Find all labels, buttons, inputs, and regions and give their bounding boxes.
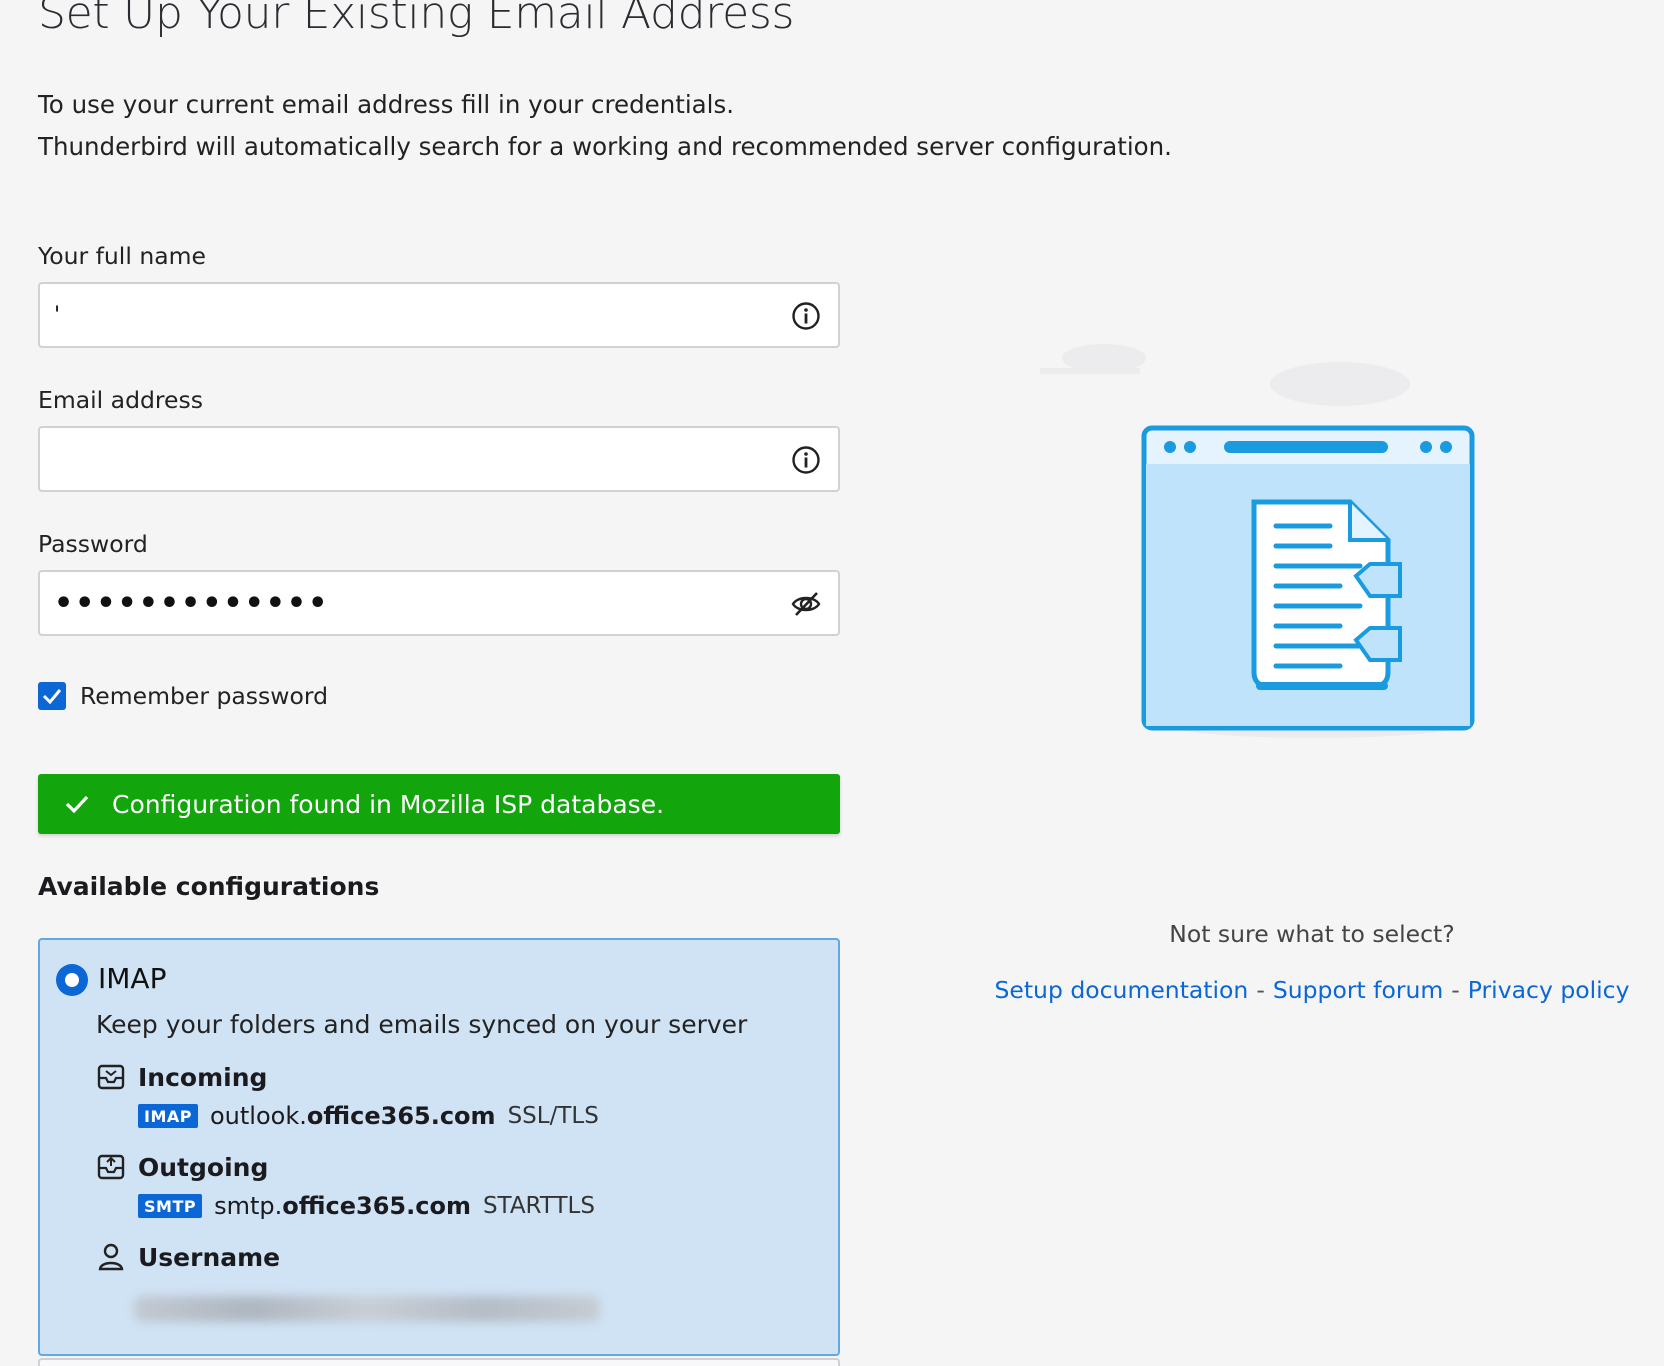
full-name-input[interactable]: [54, 284, 754, 346]
incoming-label: Incoming: [138, 1062, 268, 1092]
checkmark-icon: [65, 795, 89, 814]
imap-tag: IMAP: [138, 1104, 198, 1128]
privacy-policy-link[interactable]: Privacy policy: [1468, 976, 1630, 1004]
remember-password-checkbox[interactable]: [38, 682, 66, 710]
imap-radio[interactable]: [56, 964, 88, 996]
link-separator: -: [1256, 976, 1265, 1004]
full-name-field[interactable]: [38, 282, 840, 348]
support-forum-link[interactable]: Support forum: [1273, 976, 1443, 1004]
full-name-label: Your full name: [38, 242, 206, 270]
email-label: Email address: [38, 386, 203, 414]
notice-text: Configuration found in Mozilla ISP datab…: [112, 789, 665, 819]
inbox-icon: [97, 1064, 125, 1090]
outgoing-label: Outgoing: [138, 1152, 269, 1182]
incoming-security: SSL/TLS: [507, 1103, 599, 1129]
link-separator: -: [1451, 976, 1460, 1004]
help-links: Setup documentation - Support forum - Privac…: [992, 976, 1632, 1004]
protocol-description: Keep your folders and emails synced on y…: [96, 1010, 748, 1039]
outgoing-server: SMTP smtp.office365.com STARTTLS: [138, 1192, 595, 1220]
info-icon[interactable]: [790, 444, 822, 476]
page-title: Set Up Your Existing Email Address: [38, 0, 795, 39]
intro-line-1: To use your current email address fill i…: [38, 90, 735, 119]
eye-slash-icon[interactable]: [790, 588, 822, 620]
intro-text: To use your current email address fill i…: [38, 84, 1172, 168]
outbox-icon: [97, 1154, 125, 1180]
incoming-host: outlook.office365.com: [209, 1102, 496, 1130]
email-input[interactable]: [54, 428, 754, 490]
protocol-name: IMAP: [98, 962, 167, 995]
remember-password-label: Remember password: [80, 682, 329, 710]
outgoing-host: smtp.office365.com: [214, 1192, 471, 1220]
incoming-heading: Incoming: [96, 1062, 267, 1092]
password-input[interactable]: [54, 572, 754, 634]
smtp-tag: SMTP: [138, 1194, 203, 1218]
incoming-server: IMAP outlook.office365.com SSL/TLS: [138, 1102, 599, 1130]
available-configurations-heading: Available configurations: [38, 872, 380, 901]
password-label: Password: [38, 530, 148, 558]
checkmark-icon: [42, 689, 62, 705]
document-illustration: [1040, 344, 1475, 738]
help-question: Not sure what to select?: [1169, 920, 1455, 948]
imap-config-card[interactable]: IMAP Keep your folders and emails synced…: [38, 938, 840, 1356]
user-icon: [98, 1243, 124, 1271]
info-icon[interactable]: [790, 300, 822, 332]
next-config-card[interactable]: [38, 1358, 840, 1366]
config-found-notice: Configuration found in Mozilla ISP datab…: [38, 774, 840, 834]
help-section: Not sure what to select? Setup documenta…: [992, 920, 1632, 1004]
password-field[interactable]: [38, 570, 840, 636]
intro-line-2: Thunderbird will automatically search fo…: [38, 132, 1172, 161]
username-label: Username: [138, 1242, 281, 1272]
email-field[interactable]: [38, 426, 840, 492]
username-heading: Username: [96, 1242, 280, 1272]
outgoing-heading: Outgoing: [96, 1152, 268, 1182]
remember-password[interactable]: Remember password: [38, 682, 328, 710]
username-value-redacted: [134, 1296, 600, 1322]
setup-documentation-link[interactable]: Setup documentation: [994, 976, 1248, 1004]
outgoing-security: STARTTLS: [482, 1193, 595, 1219]
account-setup-page: Set Up Your Existing Email Address To us…: [0, 0, 1664, 1366]
